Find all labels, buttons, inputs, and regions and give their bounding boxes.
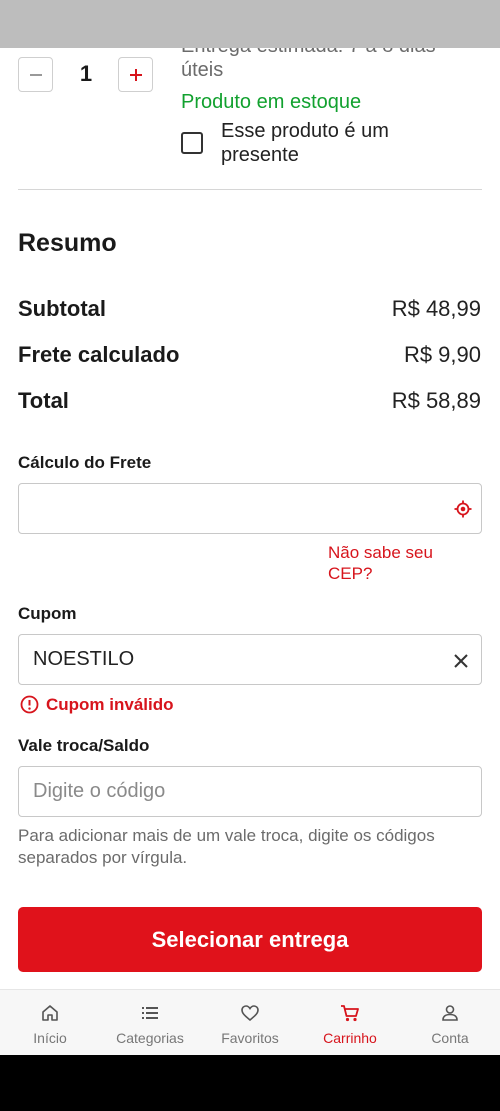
home-icon <box>42 1005 58 1021</box>
list-icon <box>142 1007 158 1019</box>
nav-item-carrinho[interactable]: Carrinho <box>300 990 400 1055</box>
quantity-value: 1 <box>79 61 93 86</box>
heart-icon <box>241 1005 259 1022</box>
gift-label[interactable]: Esse produto é um presente <box>221 119 461 167</box>
nav-label: Carrinho <box>323 1030 377 1046</box>
coupon-field-wrapper <box>18 634 482 685</box>
shipping-calc-label: Cálculo do Frete <box>18 453 152 472</box>
error-icon <box>20 695 39 714</box>
nav-item-inicio[interactable]: Início <box>0 990 100 1055</box>
nav-label: Início <box>33 1030 67 1046</box>
summary-title: Resumo <box>18 229 117 257</box>
voucher-input[interactable] <box>19 767 419 816</box>
total-label: Total <box>18 388 69 413</box>
voucher-label: Vale troca/Saldo <box>18 736 150 755</box>
select-delivery-button[interactable]: Selecionar entrega <box>18 907 482 972</box>
cep-field-wrapper <box>18 483 482 534</box>
nav-item-categorias[interactable]: Categorias <box>100 990 200 1055</box>
cep-input[interactable] <box>19 484 419 533</box>
voucher-helper-text: Para adicionar mais de um vale troca, di… <box>18 826 435 867</box>
total-value: R$ 58,89 <box>391 388 481 413</box>
clear-icon[interactable] <box>453 653 469 669</box>
coupon-label: Cupom <box>18 604 77 623</box>
subtotal-value: R$ 48,99 <box>391 296 481 321</box>
shipping-value: R$ 9,90 <box>403 342 481 367</box>
person-icon <box>442 1005 458 1021</box>
nav-label: Conta <box>431 1030 469 1046</box>
nav-label: Categorias <box>116 1030 184 1046</box>
coupon-error-text: Cupom inválido <box>46 695 174 714</box>
stock-status: Produto em estoque <box>181 91 362 113</box>
plus-icon <box>129 68 142 81</box>
voucher-field-wrapper <box>18 766 482 817</box>
divider <box>18 189 482 190</box>
cart-icon <box>341 1005 359 1022</box>
subtotal-label: Subtotal <box>18 296 106 321</box>
location-target-icon[interactable] <box>454 500 472 518</box>
nav-item-favoritos[interactable]: Favoritos <box>200 990 300 1055</box>
shipping-label: Frete calculado <box>18 342 180 367</box>
minus-icon <box>29 73 42 76</box>
nav-item-conta[interactable]: Conta <box>400 990 500 1055</box>
cart-page: 1 Entrega estimada: 7 a 8 dias úteis Pro… <box>0 0 500 1055</box>
find-cep-link[interactable]: Não sabe seu CEP? <box>328 542 468 584</box>
decrease-quantity-button[interactable] <box>18 57 53 92</box>
coupon-input[interactable] <box>19 635 419 684</box>
bottom-nav: Início Categorias Favoritos Carrinho Con… <box>0 989 500 1055</box>
status-bar <box>0 0 500 48</box>
nav-label: Favoritos <box>221 1030 279 1046</box>
gift-checkbox[interactable] <box>181 132 203 154</box>
increase-quantity-button[interactable] <box>118 57 153 92</box>
